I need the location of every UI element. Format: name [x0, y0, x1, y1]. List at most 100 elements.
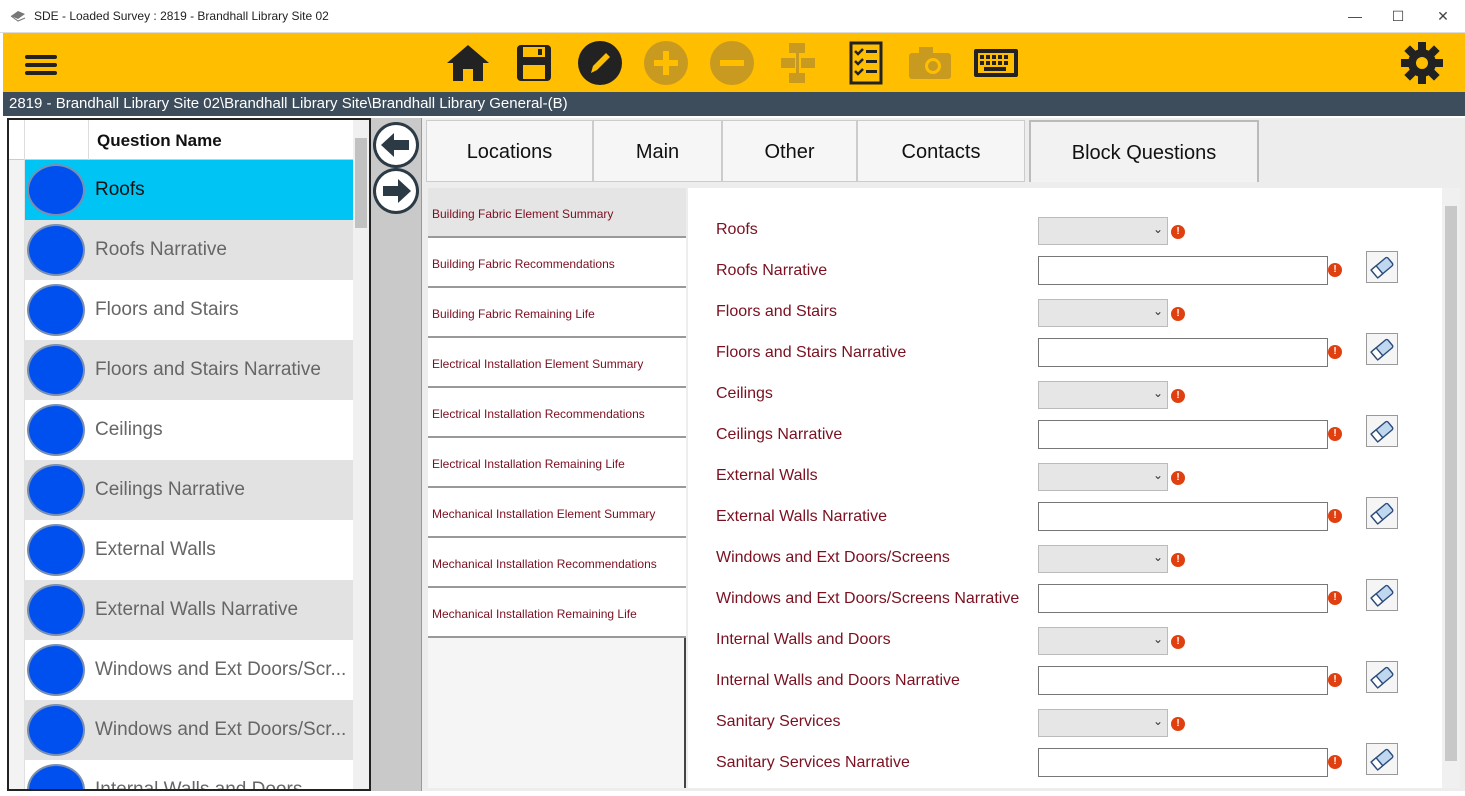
list-item[interactable]: External Walls: [9, 520, 353, 580]
scrollbar-thumb[interactable]: [355, 138, 367, 228]
eraser-icon[interactable]: [1366, 497, 1398, 529]
field-dropdown[interactable]: ⌄: [1038, 381, 1168, 409]
field-dropdown[interactable]: ⌄: [1038, 627, 1168, 655]
tab-main[interactable]: Main: [593, 120, 722, 182]
form-row: External Walls ⌄!: [688, 456, 1444, 496]
eraser-icon[interactable]: [1366, 251, 1398, 283]
title-bar: SDE - Loaded Survey : 2819 - Brandhall L…: [0, 0, 1465, 33]
subnav-item[interactable]: Mechanical Installation Recommendations: [428, 538, 686, 588]
form-row: Floors and Stairs Narrative!: [688, 333, 1444, 373]
field-text-input[interactable]: [1038, 666, 1328, 695]
form-row: Sanitary Services ⌄!: [688, 702, 1444, 742]
previous-arrow-icon[interactable]: [373, 122, 419, 168]
subnav-item[interactable]: Building Fabric Remaining Life: [428, 288, 686, 338]
subnav-item[interactable]: Electrical Installation Remaining Life: [428, 438, 686, 488]
row-selector[interactable]: [9, 220, 25, 280]
hierarchy-icon[interactable]: [773, 39, 823, 87]
field-text-input[interactable]: [1038, 748, 1328, 777]
home-icon[interactable]: [443, 39, 493, 87]
subnav-item[interactable]: Electrical Installation Element Summary: [428, 338, 686, 388]
row-selector[interactable]: [9, 460, 25, 520]
warning-icon: !: [1171, 553, 1185, 567]
field-label: Roofs: [716, 221, 758, 238]
eraser-icon[interactable]: [1366, 743, 1398, 775]
question-name: External Walls Narrative: [95, 599, 299, 620]
field-text-input[interactable]: [1038, 420, 1328, 449]
row-selector[interactable]: [9, 400, 25, 460]
warning-icon: !: [1328, 509, 1342, 523]
form-row: Ceilings Narrative!: [688, 415, 1444, 455]
next-arrow-icon[interactable]: [373, 168, 419, 214]
add-icon[interactable]: [641, 39, 691, 87]
warning-icon: !: [1328, 673, 1342, 687]
checklist-icon[interactable]: [841, 39, 891, 87]
scrollbar-thumb[interactable]: [1445, 206, 1457, 761]
tab-locations[interactable]: Locations: [426, 120, 593, 182]
eraser-icon[interactable]: [1366, 415, 1398, 447]
tab-other[interactable]: Other: [722, 120, 857, 182]
question-name: Windows and Ext Doors/Scr...: [95, 719, 347, 740]
list-item[interactable]: Roofs: [9, 160, 353, 220]
field-text-input[interactable]: [1038, 338, 1328, 367]
subnav-item[interactable]: Building Fabric Recommendations: [428, 238, 686, 288]
maximize-button[interactable]: ☐: [1378, 4, 1418, 28]
list-item[interactable]: Windows and Ext Doors/Scr...: [9, 700, 353, 760]
save-icon[interactable]: [509, 39, 559, 87]
row-selector[interactable]: [9, 160, 25, 220]
list-item[interactable]: Ceilings Narrative: [9, 460, 353, 520]
minimize-button[interactable]: —: [1335, 4, 1375, 28]
list-item[interactable]: Internal Walls and Doors: [9, 760, 353, 789]
row-selector[interactable]: [9, 580, 25, 640]
list-item[interactable]: Windows and Ext Doors/Scr...: [9, 640, 353, 700]
row-selector[interactable]: [9, 640, 25, 700]
menu-icon[interactable]: [19, 39, 65, 87]
form-row: Windows and Ext Doors/Screens Narrative!: [688, 579, 1444, 619]
list-item[interactable]: Floors and Stairs: [9, 280, 353, 340]
camera-icon[interactable]: [905, 39, 955, 87]
list-item[interactable]: External Walls Narrative: [9, 580, 353, 640]
field-text-input[interactable]: [1038, 502, 1328, 531]
form-row: External Walls Narrative!: [688, 497, 1444, 537]
close-button[interactable]: ✕: [1423, 4, 1463, 28]
chevron-down-icon: ⌄: [1152, 550, 1163, 564]
field-dropdown[interactable]: ⌄: [1038, 545, 1168, 573]
subnav-item[interactable]: Electrical Installation Recommendations: [428, 388, 686, 438]
app-icon: [10, 11, 26, 22]
row-selector[interactable]: [9, 700, 25, 760]
subnav-item[interactable]: Building Fabric Element Summary: [428, 188, 686, 238]
row-selector[interactable]: [9, 340, 25, 400]
eraser-icon[interactable]: [1366, 661, 1398, 693]
list-item[interactable]: Ceilings: [9, 400, 353, 460]
row-selector[interactable]: [9, 520, 25, 580]
field-text-input[interactable]: [1038, 256, 1328, 285]
field-label: Sanitary Services: [716, 713, 841, 730]
field-label: Internal Walls and Doors Narrative: [716, 672, 960, 689]
field-dropdown[interactable]: ⌄: [1038, 709, 1168, 737]
list-item[interactable]: Floors and Stairs Narrative: [9, 340, 353, 400]
main-toolbar: [3, 33, 1465, 92]
row-selector[interactable]: [9, 280, 25, 340]
subnav-item[interactable]: Mechanical Installation Remaining Life: [428, 588, 686, 638]
row-selector[interactable]: [9, 760, 25, 789]
field-text-input[interactable]: [1038, 584, 1328, 613]
warning-icon: !: [1171, 389, 1185, 403]
keyboard-icon[interactable]: [971, 39, 1021, 87]
question-name: External Walls: [95, 539, 216, 560]
edit-icon[interactable]: [575, 39, 625, 87]
subnav-item[interactable]: Mechanical Installation Element Summary: [428, 488, 686, 538]
tab-contacts[interactable]: Contacts: [857, 120, 1025, 182]
eraser-icon[interactable]: [1366, 333, 1398, 365]
question-list-scrollbar[interactable]: [353, 120, 369, 789]
remove-icon[interactable]: [707, 39, 757, 87]
question-name-header[interactable]: Question Name: [97, 131, 222, 151]
tab-block-questions[interactable]: Block Questions: [1029, 120, 1259, 182]
chevron-down-icon: ⌄: [1152, 632, 1163, 646]
eraser-icon[interactable]: [1366, 579, 1398, 611]
field-dropdown[interactable]: ⌄: [1038, 217, 1168, 245]
gear-icon[interactable]: [1397, 39, 1447, 87]
window-title: SDE - Loaded Survey : 2819 - Brandhall L…: [34, 9, 329, 23]
list-item[interactable]: Roofs Narrative: [9, 220, 353, 280]
field-dropdown[interactable]: ⌄: [1038, 463, 1168, 491]
form-scrollbar[interactable]: [1442, 188, 1460, 788]
field-dropdown[interactable]: ⌄: [1038, 299, 1168, 327]
